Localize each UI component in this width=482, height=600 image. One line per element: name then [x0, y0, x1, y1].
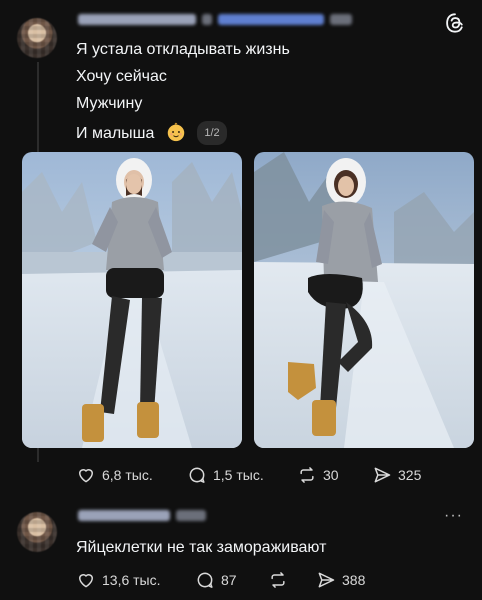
reply-like-button[interactable]: 13,6 тыс.: [76, 570, 161, 590]
reply-avatar[interactable]: [17, 512, 57, 552]
baby-emoji-icon: [167, 122, 185, 142]
reply-count: 1,5 тыс.: [213, 467, 264, 483]
post-text-line-1: Я устала откладывать жизнь: [76, 41, 290, 58]
reply-like-count: 13,6 тыс.: [102, 572, 161, 588]
reply-repost-button[interactable]: [268, 570, 288, 590]
post-text-line-3: Мужчину: [76, 95, 143, 112]
post-text-line-4-text: И малыша: [76, 125, 155, 142]
repost-icon: [300, 467, 314, 483]
post-author-header[interactable]: [78, 14, 352, 25]
reply-button[interactable]: 1,5 тыс.: [187, 465, 264, 485]
heart-icon: [79, 469, 93, 483]
repost-count: 30: [323, 467, 339, 483]
post-photo-2[interactable]: [254, 152, 474, 448]
repost-button[interactable]: 30: [297, 465, 339, 485]
reply-icon: [189, 467, 205, 483]
like-count: 6,8 тыс.: [102, 467, 153, 483]
reply-reply-count: 87: [221, 572, 237, 588]
repost-icon: [271, 572, 285, 588]
like-button[interactable]: 6,8 тыс.: [76, 465, 153, 485]
threads-logo-icon[interactable]: [444, 12, 466, 34]
more-options-icon[interactable]: ···: [444, 507, 463, 525]
image-page-badge: 1/2: [197, 121, 227, 145]
heart-icon: [79, 574, 93, 588]
post-text-line-2: Хочу сейчас: [76, 68, 167, 85]
share-count: 325: [398, 467, 422, 483]
send-icon: [374, 467, 391, 483]
post-photo-1[interactable]: [22, 152, 242, 448]
avatar[interactable]: [17, 18, 57, 58]
post-text-line-4: И малыша 1/2: [76, 121, 227, 145]
reply-share-button[interactable]: 388: [316, 570, 365, 590]
reply-text: Яйцеклетки не так замораживают: [76, 539, 327, 556]
reply-share-count: 388: [342, 572, 366, 588]
reply-icon: [197, 572, 213, 588]
reply-reply-button[interactable]: 87: [195, 570, 237, 590]
reply-author-header[interactable]: [78, 510, 206, 521]
share-button[interactable]: 325: [372, 465, 421, 485]
send-icon: [318, 572, 335, 588]
